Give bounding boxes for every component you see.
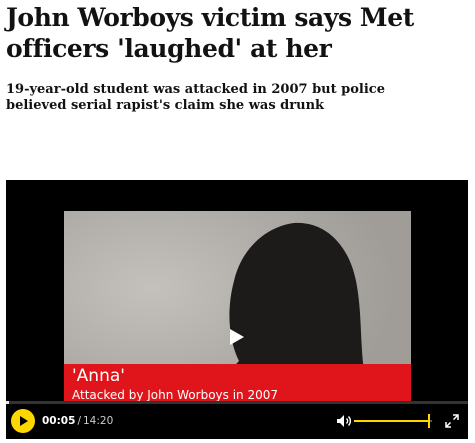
headline: John Worboys victim says Met officers 'l… [6, 3, 414, 63]
player-controls: 00:05/14:20 [6, 404, 468, 439]
caption-description: Attacked by John Worboys in 2007 [72, 388, 278, 402]
play-button[interactable] [11, 409, 35, 433]
caption-name: 'Anna' [72, 366, 125, 386]
time-display: 00:05/14:20 [42, 414, 113, 428]
play-icon [230, 329, 244, 345]
speaker-icon [337, 415, 352, 427]
standfirst: 19-year-old student was attacked in 2007… [6, 82, 385, 113]
volume-button[interactable] [336, 413, 352, 429]
volume-fill [354, 420, 428, 422]
volume-slider[interactable] [354, 414, 434, 428]
video-player[interactable]: 'Anna' Attacked by John Worboys in 2007 … [6, 180, 468, 439]
play-overlay-button[interactable] [226, 327, 246, 347]
caption-banner: 'Anna' Attacked by John Worboys in 2007 [64, 364, 411, 402]
duration: 14:20 [82, 415, 114, 427]
play-icon [20, 416, 28, 426]
volume-handle[interactable] [428, 414, 430, 428]
current-time: 00:05 [42, 415, 76, 427]
time-separator: / [77, 415, 81, 427]
fullscreen-button[interactable] [444, 413, 460, 429]
fullscreen-icon [445, 414, 459, 428]
